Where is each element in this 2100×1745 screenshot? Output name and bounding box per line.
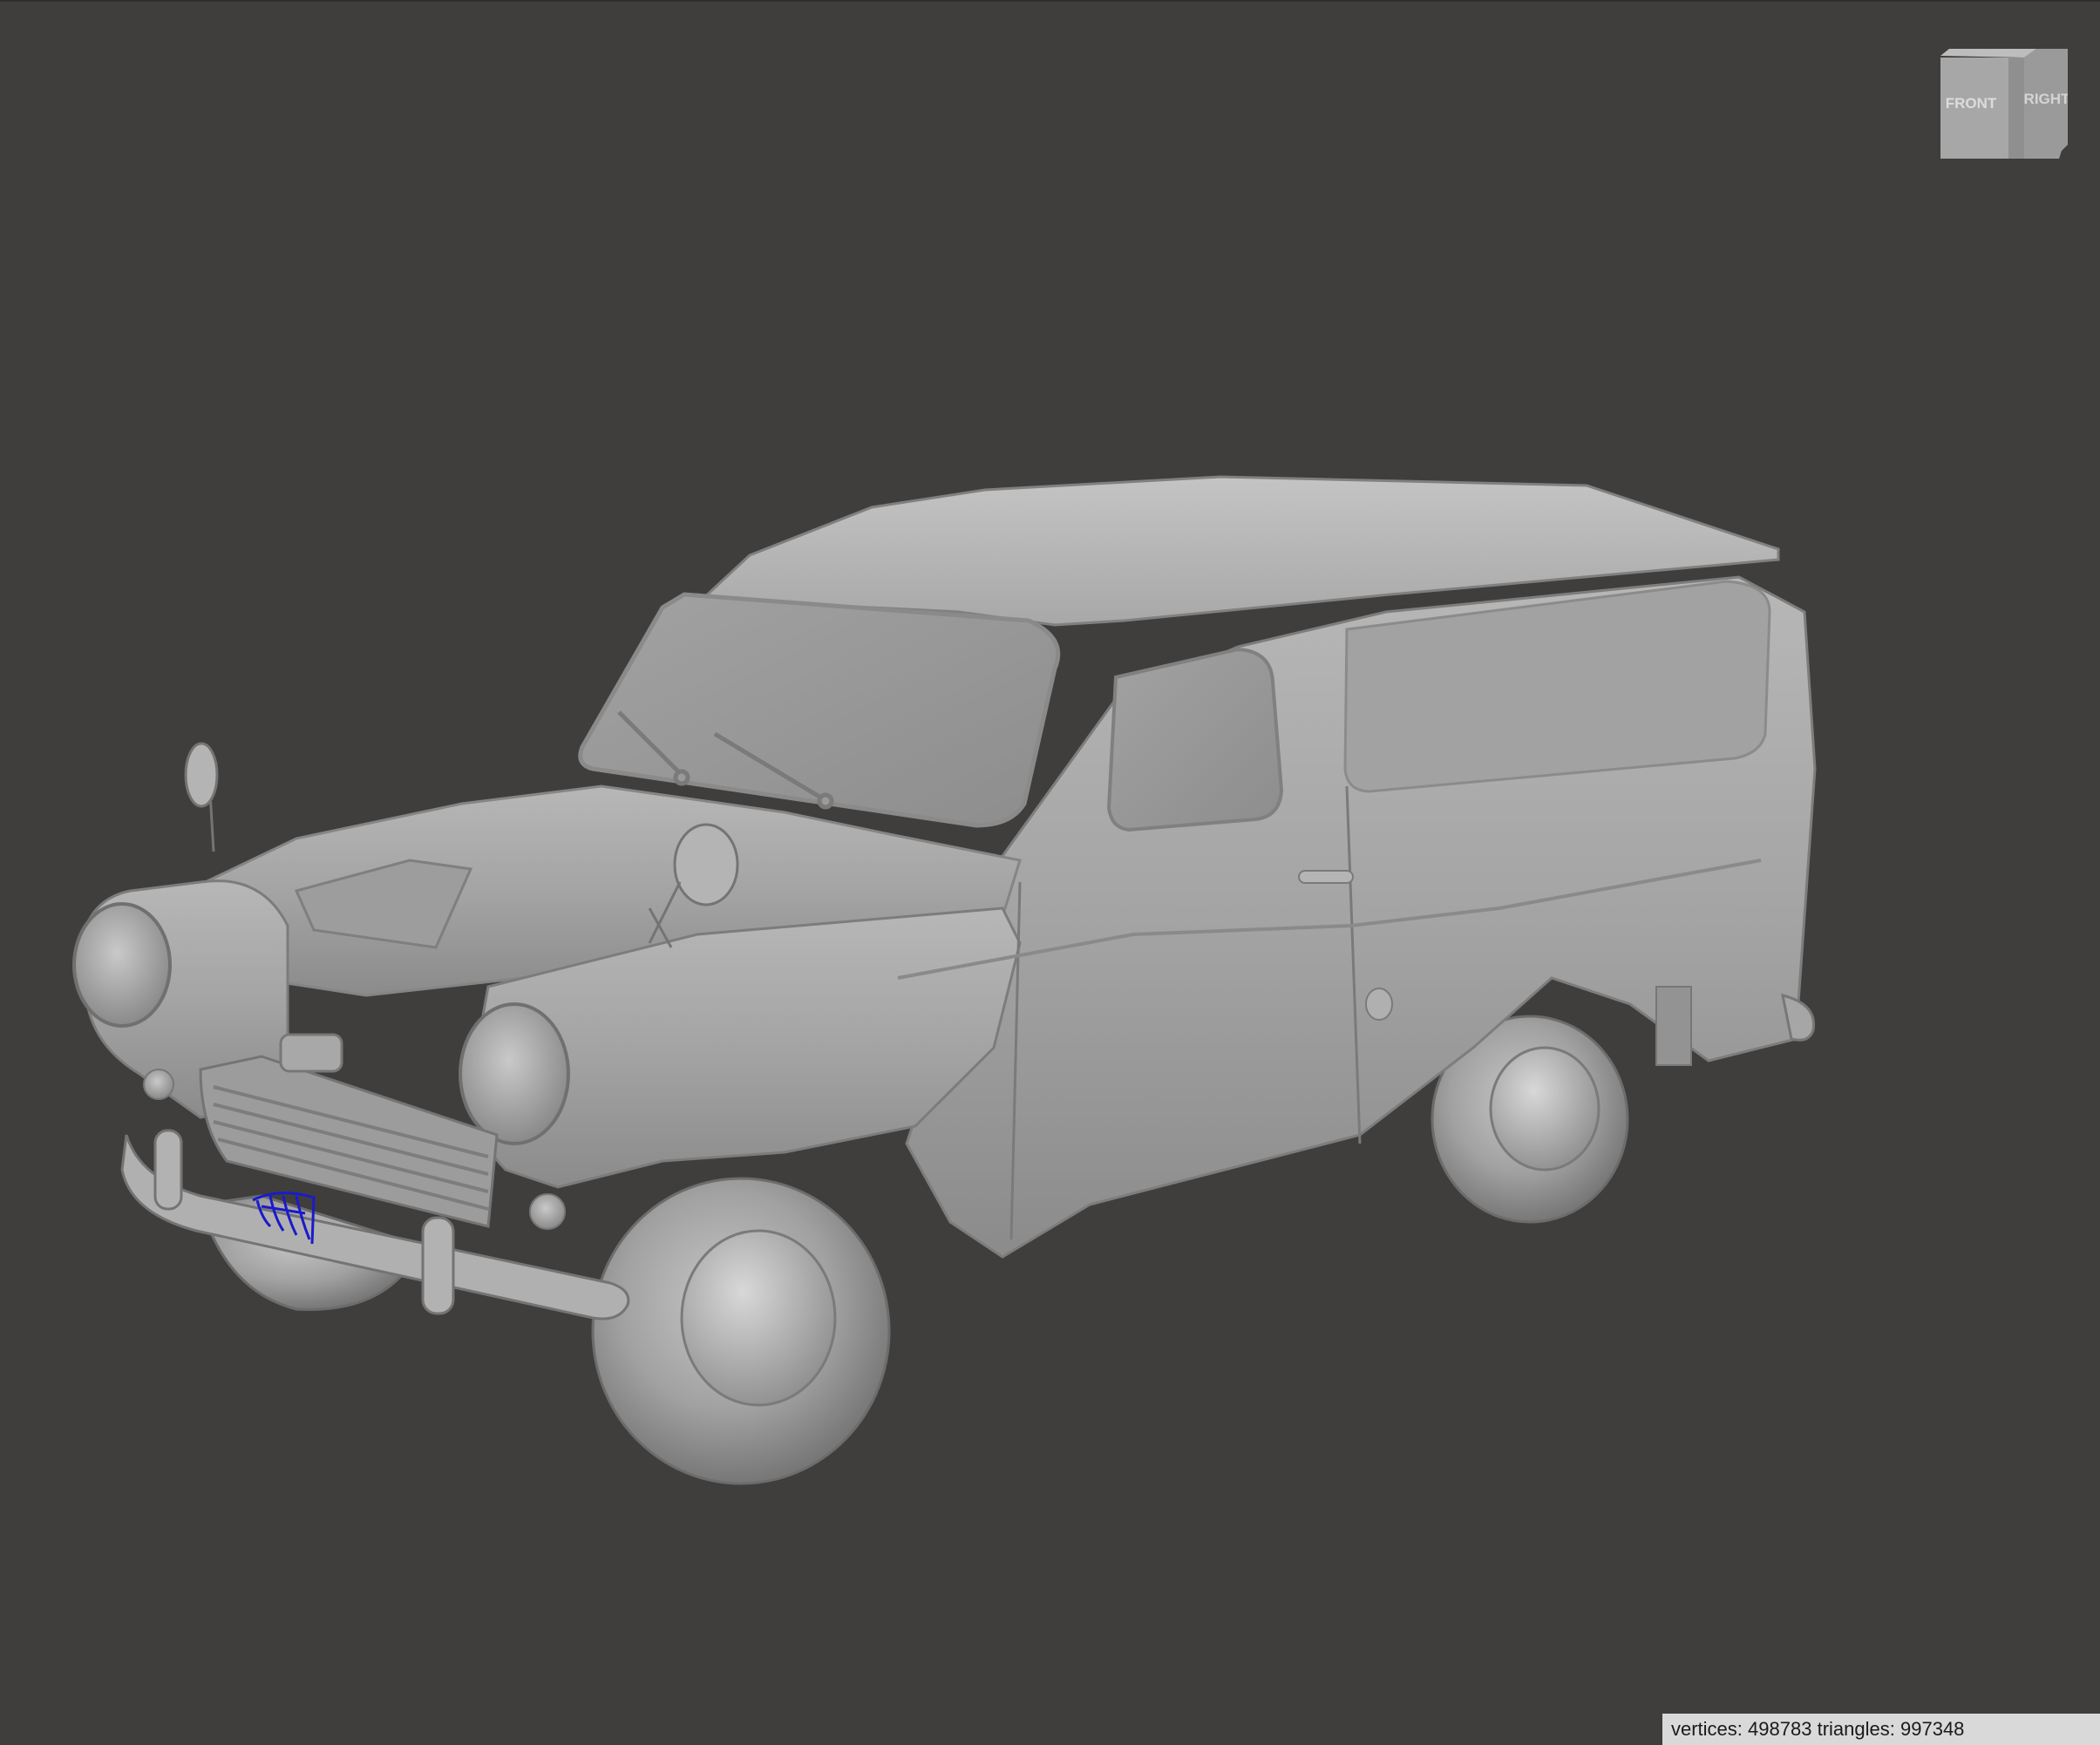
3d-viewport[interactable]: FRONT RIGHT vertices: 498783 triangles: …	[0, 0, 2100, 1745]
view-cube-front-label: FRONT	[1946, 95, 1997, 112]
indicator-lamp-left	[143, 1069, 174, 1100]
hood-badge	[279, 1033, 343, 1073]
car-model[interactable]	[0, 2, 2100, 1745]
door-handle	[1298, 870, 1354, 884]
vertices-label: vertices:	[1671, 1718, 1743, 1740]
vertices-count: 498783	[1748, 1718, 1812, 1740]
view-cube-right-label: RIGHT	[2024, 91, 2068, 107]
fuel-cap	[1365, 988, 1393, 1021]
triangles-count: 997348	[1900, 1718, 1965, 1740]
door-window	[1106, 647, 1284, 832]
bumper-guard-right	[421, 1216, 455, 1315]
bumper-guard-left	[153, 1129, 183, 1211]
view-cube-edge[interactable]	[2008, 58, 2024, 159]
view-cube-top-face[interactable]	[1940, 49, 2036, 58]
triangles-label: triangles:	[1817, 1718, 1895, 1740]
front-wheel	[591, 1177, 891, 1485]
indicator-lamp-right	[529, 1193, 566, 1230]
rear-mud-flap	[1655, 986, 1692, 1066]
view-cube[interactable]: FRONT RIGHT	[1940, 49, 2070, 159]
windshield	[578, 592, 1061, 828]
mesh-stats-bar: vertices: 498783 triangles: 997348	[1662, 1714, 2100, 1745]
